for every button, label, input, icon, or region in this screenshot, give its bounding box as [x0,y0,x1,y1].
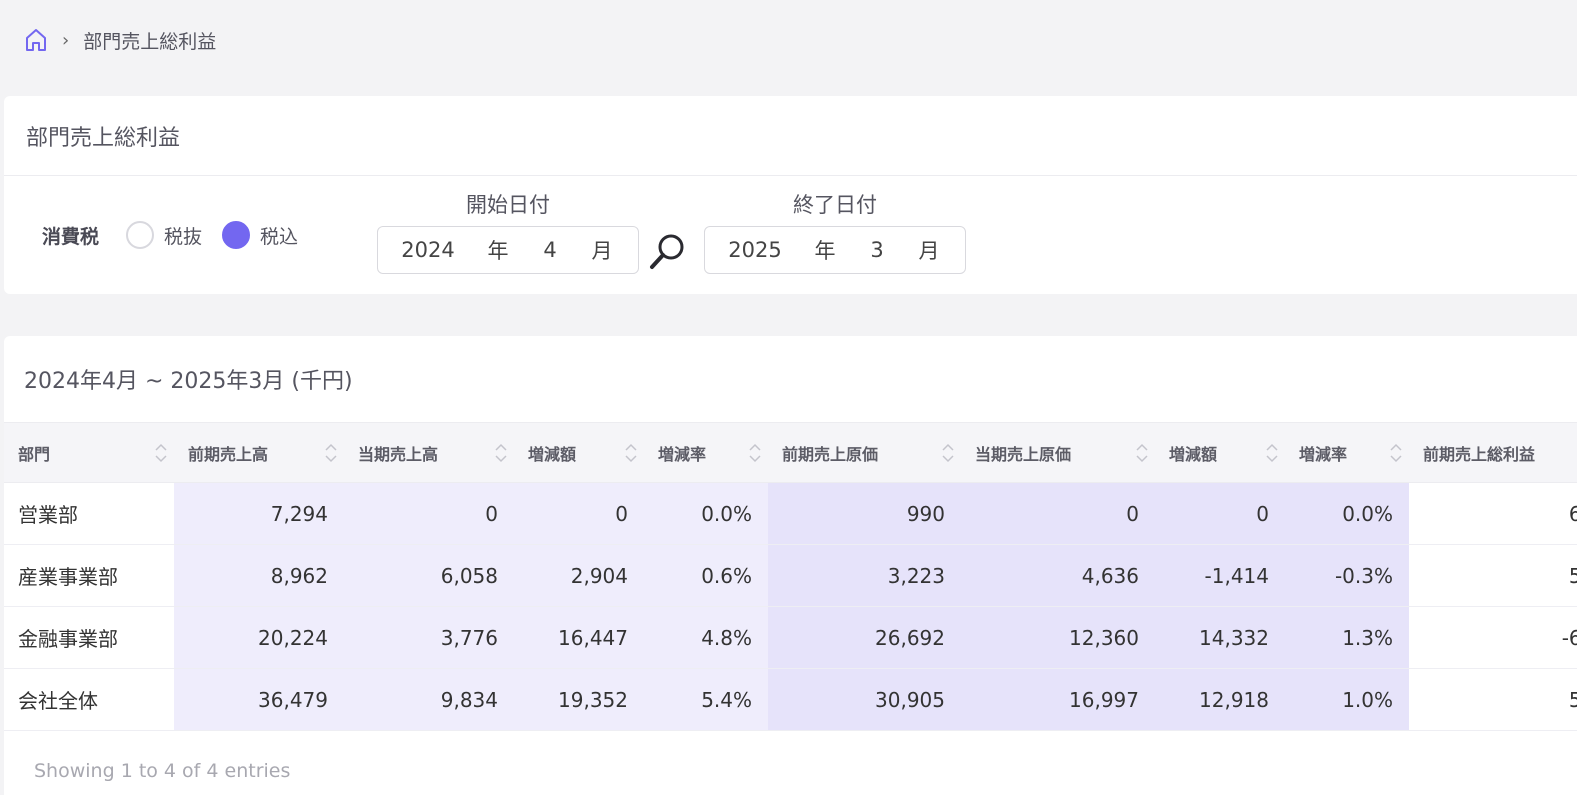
sort-icon [1266,443,1278,462]
value-cell: 0 [344,482,514,545]
dept-cell: 会社全体 [4,668,174,731]
value-cell: 19,352 [514,668,644,731]
breadcrumb: › 部門売上総利益 [24,26,216,54]
radio-unchecked-icon[interactable] [126,221,154,249]
sort-icon [1390,443,1402,462]
dept-cell: 金融事業部 [4,606,174,669]
value-cell: 3,223 [768,544,961,607]
sort-icon [625,443,637,462]
breadcrumb-current: 部門売上総利益 [83,30,217,53]
tax-inclusive-radio[interactable]: 税込 [222,221,298,249]
table-title: 2024年4月 ~ 2025年3月 (千円) [24,369,353,394]
value-cell: 6,058 [344,544,514,607]
column-header-prev-sales[interactable]: 前期売上高 [174,422,344,483]
end-year-value[interactable]: 2025 [705,238,805,262]
end-month-unit: 月 [918,239,940,263]
tax-exclusive-radio[interactable]: 税抜 [126,221,202,249]
table-row: 産業事業部 8,962 6,058 2,904 0.6% 3,223 4,636 -1,414… [4,544,1577,607]
value-cell: 36,479 [174,668,344,731]
value-cell: -0.3% [1285,544,1409,607]
value-cell: 5.4% [644,668,768,731]
value-cell: 9,834 [344,668,514,731]
filter-title: 部門売上総利益 [4,96,1577,176]
value-cell: 8,962 [174,544,344,607]
start-month-value[interactable]: 4 [518,238,582,262]
value-cell: 3,776 [344,606,514,669]
end-date-input[interactable]: 2025 年 3 月 [704,226,966,274]
dept-cell: 営業部 [4,482,174,545]
sort-icon [1136,443,1148,462]
value-cell: 0.0% [1285,482,1409,545]
value-cell: 0 [1155,482,1285,545]
sort-icon [155,443,167,462]
value-cell: 4.8% [644,606,768,669]
column-header-curr-sales[interactable]: 当期売上高 [344,422,514,483]
end-date-label: 終了日付 [793,193,877,217]
start-date-label: 開始日付 [466,193,550,217]
column-header-dept[interactable]: 部門 [4,422,174,483]
end-year-unit: 年 [814,239,836,263]
value-cell: 30,905 [768,668,961,731]
column-header-prev-cost[interactable]: 前期売上原価 [768,422,961,483]
value-cell: 0 [514,482,644,545]
tax-exclusive-label: 税抜 [164,225,203,248]
value-cell: 20,224 [174,606,344,669]
radio-checked-icon[interactable] [222,221,250,249]
value-cell: 0 [961,482,1155,545]
value-cell: 0.6% [644,544,768,607]
tax-inclusive-label: 税込 [260,225,299,248]
chevron-right-icon: › [62,29,70,51]
start-date-input[interactable]: 2024 年 4 月 [377,226,639,274]
start-year-value[interactable]: 2024 [378,238,478,262]
value-cell: 12,918 [1155,668,1285,731]
sort-icon [942,443,954,462]
value-cell: -6, [1409,606,1577,669]
table-row: 営業部7,294000.0%990000.0%6, [4,482,1577,545]
tax-label: 消費税 [42,226,100,248]
column-header-prev-gross-profit[interactable]: 前期売上総利益 [1409,422,1577,483]
column-header-curr-cost[interactable]: 当期売上原価 [961,422,1155,483]
value-cell: 1.3% [1285,606,1409,669]
table-row: 会社全体 36,479 9,834 19,352 5.4% 30,905 16,997 12,… [4,668,1577,731]
value-cell: 14,332 [1155,606,1285,669]
end-month-value[interactable]: 3 [845,238,909,262]
column-header-sales-diff[interactable]: 増減額 [514,422,644,483]
search-icon[interactable] [648,232,688,272]
value-cell: 1.0% [1285,668,1409,731]
filter-card: 部門売上総利益 消費税 税抜 税込 開始日付 2024 年 4 月 終了日付 2… [4,96,1577,294]
end-date-group: 終了日付 2025 年 3 月 [704,190,966,274]
value-cell: 7,294 [174,482,344,545]
sort-icon [749,443,761,462]
column-header-cost-rate[interactable]: 増減率 [1285,422,1409,483]
value-cell: 16,997 [961,668,1155,731]
filter-row: 消費税 税抜 税込 開始日付 2024 年 4 月 終了日付 2025 年 3 [4,176,1577,294]
start-year-unit: 年 [487,239,509,263]
table-header-row: 部門 前期売上高 当期売上高 増減額 増減率 前期売上原価 当期売上原価 増減額… [4,422,1577,483]
start-month-unit: 月 [591,239,613,263]
sort-icon [495,443,507,462]
value-cell: 12,360 [961,606,1155,669]
table-info: Showing 1 to 4 of 4 entries [34,760,291,782]
value-cell: 6, [1409,482,1577,545]
value-cell: 16,447 [514,606,644,669]
table-card: 2024年4月 ~ 2025年3月 (千円) 部門 前期売上高 当期売上高 増減… [4,336,1577,795]
table-row: 金融事業部 20,224 3,776 16,447 4.8% 26,692 12,360 14… [4,606,1577,669]
value-cell: -1,414 [1155,544,1285,607]
value-cell: 0.0% [644,482,768,545]
value-cell: 26,692 [768,606,961,669]
value-cell: 5, [1409,544,1577,607]
profit-table: 部門 前期売上高 当期売上高 増減額 増減率 前期売上原価 当期売上原価 増減額… [4,422,1577,731]
value-cell: 2,904 [514,544,644,607]
column-header-cost-diff[interactable]: 増減額 [1155,422,1285,483]
start-date-group: 開始日付 2024 年 4 月 [377,190,639,274]
column-header-sales-rate[interactable]: 増減率 [644,422,768,483]
home-icon[interactable] [24,27,48,53]
value-cell: 5, [1409,668,1577,731]
sort-icon [325,443,337,462]
value-cell: 4,636 [961,544,1155,607]
dept-cell: 産業事業部 [4,544,174,607]
value-cell: 990 [768,482,961,545]
